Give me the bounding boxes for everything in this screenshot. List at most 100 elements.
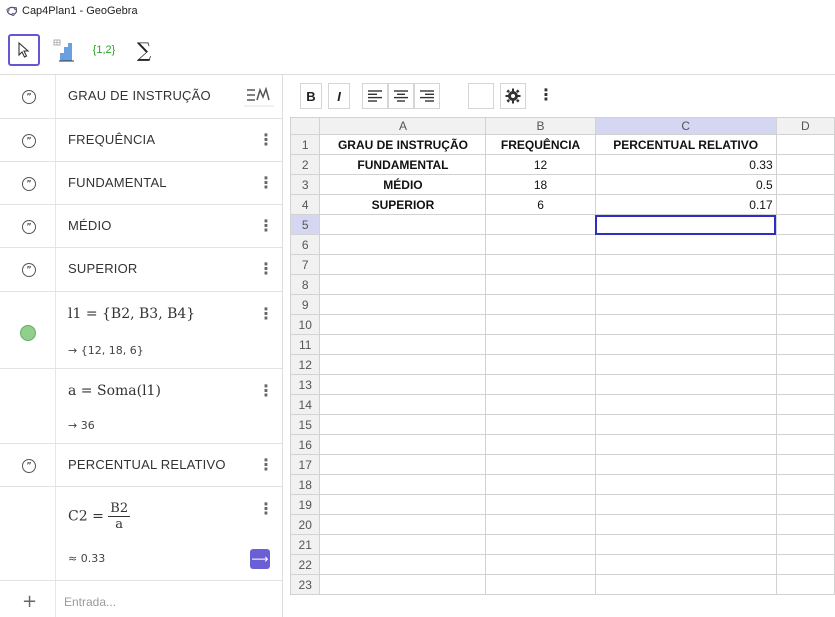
cell-a5[interactable] [319,214,487,235]
cell-d21[interactable] [775,534,835,555]
cell-a2[interactable]: FUNDAMENTAL [319,154,487,175]
item-menu-icon[interactable]: ⋮ [258,499,274,518]
cell-d7[interactable] [775,254,835,275]
quote-icon[interactable]: ” [22,90,36,104]
cell-b10[interactable] [485,314,596,335]
cell-c21[interactable] [594,534,777,555]
item-menu-icon[interactable]: ⋮ [258,216,274,235]
cell-c3[interactable]: 0.5 [594,174,777,195]
item-menu-icon[interactable]: ⋮ [258,130,274,149]
cell-b18[interactable] [485,474,596,495]
cell-d11[interactable] [775,334,835,355]
algebra-input-field[interactable]: Entrada... [64,595,116,609]
cell-d18[interactable] [775,474,835,495]
algebra-item-grau[interactable]: ” GRAU DE INSTRUÇÃO [0,75,282,119]
quote-icon[interactable]: ” [22,263,36,277]
row-header-19[interactable]: 19 [290,494,321,515]
item-menu-icon[interactable]: ⋮ [258,304,274,323]
bar-chart-tool-button[interactable] [48,34,80,66]
cell-b15[interactable] [485,414,596,435]
cell-c4[interactable]: 0.17 [594,194,777,215]
cell-b21[interactable] [485,534,596,555]
cell-a3[interactable]: MÉDIO [319,174,487,195]
row-header-5[interactable]: 5 [290,214,321,235]
cell-a7[interactable] [319,254,487,275]
row-header-10[interactable]: 10 [290,314,321,335]
row-header-22[interactable]: 22 [290,554,321,575]
cell-a11[interactable] [319,334,487,355]
cell-a21[interactable] [319,534,487,555]
cell-b12[interactable] [485,354,596,375]
list-tool-button[interactable]: {1,2} [88,34,120,66]
cell-d4[interactable] [775,194,835,215]
algebra-item-superior[interactable]: ” SUPERIOR ⋮ [0,248,282,292]
cell-c5[interactable] [594,214,777,235]
column-header-d[interactable]: D [775,117,835,135]
algebra-item-percentual[interactable]: ” PERCENTUAL RELATIVO ⋮ [0,444,282,487]
cell-c22[interactable] [594,554,777,575]
cell-d3[interactable] [775,174,835,195]
algebra-item-list-l1[interactable]: l1 = {B2, B3, B4} → {12, 18, 6} ⋮ [0,292,282,369]
cell-c18[interactable] [594,474,777,495]
row-header-9[interactable]: 9 [290,294,321,315]
cell-d9[interactable] [775,294,835,315]
cell-d12[interactable] [775,354,835,375]
row-header-4[interactable]: 4 [290,194,321,215]
output-toggle-arrow-icon[interactable]: ⟶ [250,549,270,569]
item-menu-icon[interactable]: ⋮ [258,381,274,400]
italic-button[interactable]: I [328,83,350,109]
row-header-2[interactable]: 2 [290,154,321,175]
cell-a14[interactable] [319,394,487,415]
cell-d16[interactable] [775,434,835,455]
cell-c6[interactable] [594,234,777,255]
cell-b22[interactable] [485,554,596,575]
row-header-6[interactable]: 6 [290,234,321,255]
column-header-a[interactable]: A [319,117,487,135]
cell-c19[interactable] [594,494,777,515]
move-tool-button[interactable] [8,34,40,66]
cell-a9[interactable] [319,294,487,315]
visibility-toggle-icon[interactable] [20,325,36,341]
cell-d10[interactable] [775,314,835,335]
cell-c16[interactable] [594,434,777,455]
cell-b11[interactable] [485,334,596,355]
cell-b2[interactable]: 12 [485,154,596,175]
cell-d15[interactable] [775,414,835,435]
cell-b20[interactable] [485,514,596,535]
item-menu-icon[interactable]: ⋮ [258,259,274,278]
number-definition[interactable]: a = Soma(l1) [68,383,161,399]
cell-a17[interactable] [319,454,487,475]
corner-cell[interactable] [290,117,321,135]
align-left-button[interactable] [362,83,388,109]
cell-b16[interactable] [485,434,596,455]
cell-b3[interactable]: 18 [485,174,596,195]
cell-a18[interactable] [319,474,487,495]
cell-a10[interactable] [319,314,487,335]
column-header-c[interactable]: C [594,117,777,135]
sum-tool-button[interactable]: ∑ [128,34,160,66]
cell-c13[interactable] [594,374,777,395]
row-header-13[interactable]: 13 [290,374,321,395]
algebra-description-toggle-icon[interactable] [244,83,274,107]
cell-a1[interactable]: GRAU DE INSTRUÇÃO [319,134,487,155]
cell-d2[interactable] [775,154,835,175]
cell-a16[interactable] [319,434,487,455]
row-header-1[interactable]: 1 [290,134,321,155]
cell-c1[interactable]: PERCENTUAL RELATIVO [594,134,777,155]
quote-icon[interactable]: ” [22,134,36,148]
cell-b1[interactable]: FREQUÊNCIA [485,134,596,155]
cell-a12[interactable] [319,354,487,375]
cell-d17[interactable] [775,454,835,475]
cell-c9[interactable] [594,294,777,315]
row-header-3[interactable]: 3 [290,174,321,195]
cell-d5[interactable] [775,214,835,235]
background-color-button[interactable] [468,83,494,109]
column-header-b[interactable]: B [485,117,596,135]
cell-b14[interactable] [485,394,596,415]
settings-button[interactable] [500,83,526,109]
cell-a15[interactable] [319,414,487,435]
cell-b17[interactable] [485,454,596,475]
formula-definition[interactable]: C2 = B2 a [68,501,131,532]
cell-b8[interactable] [485,274,596,295]
quote-icon[interactable]: ” [22,459,36,473]
